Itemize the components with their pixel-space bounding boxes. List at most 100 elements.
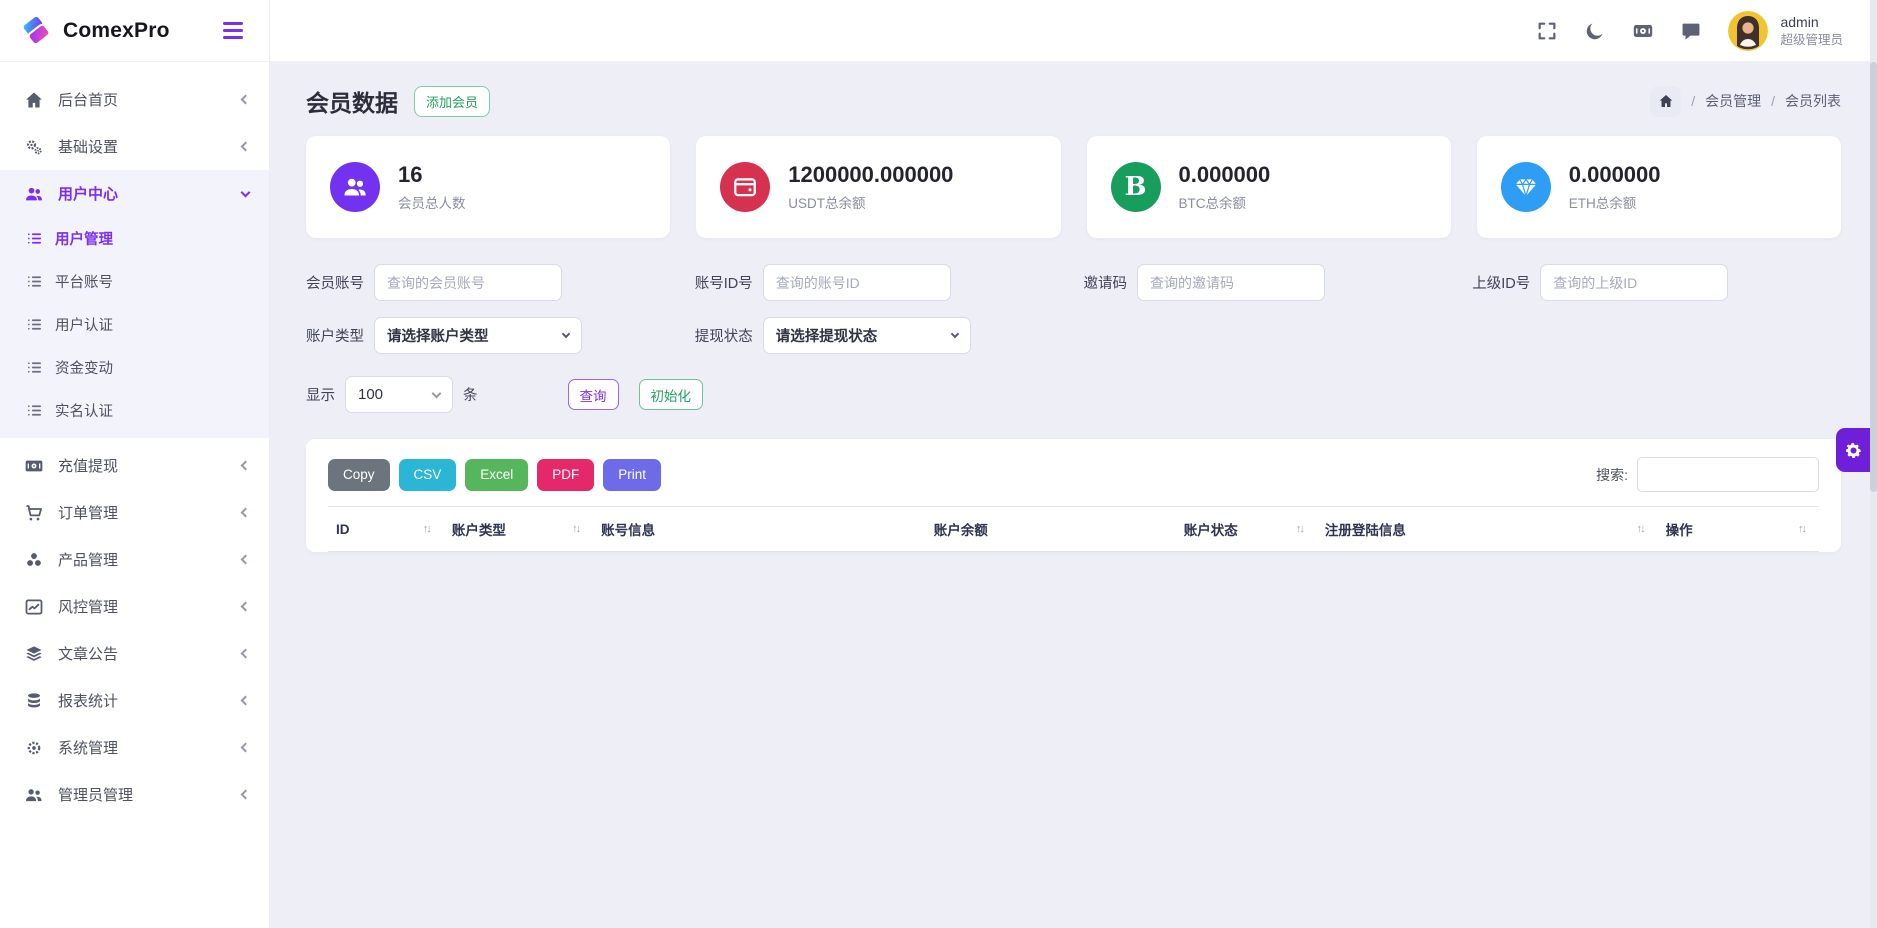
sort-arrows-icon[interactable]: ↑↓: [572, 523, 579, 535]
show-label: 显示: [306, 384, 335, 405]
search-label: 搜索:: [1596, 465, 1628, 485]
column-header-账户状态: 账户状态↑↓: [1176, 507, 1317, 552]
list-icon: [26, 230, 43, 247]
page-size-value: 100: [358, 386, 383, 403]
sidebar-subitem-平台账号[interactable]: 平台账号: [0, 260, 269, 303]
stat-text: 0.000000ETH总余额: [1569, 162, 1661, 212]
sort-arrows-icon[interactable]: ↑↓: [1296, 523, 1303, 535]
filter-input-会员账号[interactable]: [374, 264, 562, 301]
dark-mode-moon-icon[interactable]: [1584, 20, 1606, 42]
stat-value: 16: [398, 162, 466, 188]
chevron-left-icon: [241, 555, 251, 565]
sidebar-item-报表统计[interactable]: 报表统计: [0, 677, 269, 724]
column-label: 账户类型: [452, 519, 506, 539]
column-header-注册登陆信息: 注册登陆信息 ↑↓: [1317, 507, 1658, 552]
query-button[interactable]: 查询: [568, 379, 619, 410]
filter-label: 上级ID号: [1472, 272, 1530, 293]
usdt-wallet-icon: [720, 162, 770, 212]
breadcrumb-home-icon[interactable]: [1650, 86, 1681, 117]
column-label: 注册登陆信息: [1325, 519, 1406, 539]
stat-value: 0.000000: [1179, 162, 1271, 188]
stat-text: 1200000.000000 USDT总余额: [788, 162, 953, 212]
sidebar-subitem-用户认证[interactable]: 用户认证: [0, 303, 269, 346]
list-icon: [26, 273, 43, 290]
sidebar-item-后台首页[interactable]: 后台首页: [0, 76, 269, 123]
export-button-pdf[interactable]: PDF: [537, 459, 594, 491]
export-button-copy[interactable]: Copy: [328, 459, 390, 491]
sidebar-item-用户中心[interactable]: 用户中心: [0, 170, 269, 217]
app-root: ComexPro 后台首页基础设置用户中心用户管理平台账号用户认证资金变动实名认…: [0, 0, 1877, 928]
stat-text: 0.000000BTC总余额: [1179, 162, 1271, 212]
sidebar-item-充值提现[interactable]: 充值提现: [0, 442, 269, 489]
sidebar-item-订单管理[interactable]: 订单管理: [0, 489, 269, 536]
page-title: 会员数据: [306, 84, 398, 118]
wallet-money-icon[interactable]: [1632, 20, 1654, 42]
sidebar-subitem-label: 平台账号: [55, 271, 113, 292]
banknote-icon: [24, 456, 44, 476]
export-button-csv[interactable]: CSV: [399, 459, 457, 491]
sidebar-item-label: 基础设置: [58, 136, 242, 157]
sidebar-subitem-用户管理[interactable]: 用户管理: [0, 217, 269, 260]
sort-arrows-icon[interactable]: ↑↓: [1798, 523, 1805, 535]
column-header-inner[interactable]: 注册登陆信息 ↑↓: [1325, 519, 1650, 539]
page-size-select[interactable]: 100: [345, 376, 453, 413]
brand-logo-icon: [20, 14, 54, 48]
table-search: 搜索:: [1596, 457, 1819, 492]
page-head: 会员数据 添加会员 / 会员管理 / 会员列表: [306, 84, 1841, 118]
column-header-inner[interactable]: 账户类型 ↑↓: [452, 519, 585, 539]
sidebar-subitem-资金变动[interactable]: 资金变动: [0, 346, 269, 389]
sidebar: ComexPro 后台首页基础设置用户中心用户管理平台账号用户认证资金变动实名认…: [0, 0, 270, 928]
messages-chat-icon[interactable]: [1680, 20, 1702, 42]
sidebar-item-产品管理[interactable]: 产品管理: [0, 536, 269, 583]
sidebar-item-管理员管理[interactable]: 管理员管理: [0, 771, 269, 818]
breadcrumb-member-management[interactable]: 会员管理: [1705, 91, 1761, 111]
export-button-excel[interactable]: Excel: [465, 459, 528, 491]
chevron-left-icon: [241, 602, 251, 612]
search-input[interactable]: [1637, 457, 1819, 492]
chevron-left-icon: [241, 508, 251, 518]
filter-select-账户类型[interactable]: 请选择账户类型: [374, 317, 582, 354]
brand-logo[interactable]: ComexPro: [20, 14, 170, 48]
sidebar-item-label: 文章公告: [58, 643, 242, 664]
filter-input-邀请码[interactable]: [1137, 264, 1325, 301]
column-label: 账户余额: [934, 519, 988, 539]
floating-settings-gear-icon[interactable]: [1836, 428, 1870, 472]
chevron-left-icon: [241, 142, 251, 152]
scrollbar-thumb[interactable]: [1870, 62, 1877, 492]
filter-input-账号ID号[interactable]: [763, 264, 951, 301]
column-header-账户类型: 账户类型 ↑↓: [444, 507, 593, 552]
page-scrollbar[interactable]: [1870, 0, 1877, 928]
add-member-button[interactable]: 添加会员: [414, 86, 490, 117]
stat-value: 1200000.000000: [788, 162, 953, 188]
chevron-down-icon: [241, 187, 251, 197]
sidebar-item-文章公告[interactable]: 文章公告: [0, 630, 269, 677]
column-header-inner[interactable]: ID↑↓: [336, 522, 436, 537]
export-button-print[interactable]: Print: [603, 459, 661, 491]
sort-arrows-icon[interactable]: ↑↓: [1637, 523, 1644, 535]
column-header-inner[interactable]: 账户状态↑↓: [1184, 519, 1309, 539]
sidebar-subitem-实名认证[interactable]: 实名认证: [0, 389, 269, 432]
filter-select-提现状态[interactable]: 请选择提现状态: [763, 317, 971, 354]
btc-icon: B: [1111, 162, 1161, 212]
export-buttons: Copy CSVExcel PDF Print: [328, 459, 670, 491]
fullscreen-icon[interactable]: [1536, 20, 1558, 42]
members-table: ID↑↓账户类型↑↓账号信息账户余额账户状态↑↓注册登陆信息↑↓操作↑↓: [328, 506, 1819, 552]
stat-label: USDT总余额: [788, 192, 953, 212]
filter-group-账号ID号: 账号ID号: [695, 264, 1064, 301]
column-header-inner[interactable]: 操作↑↓: [1666, 519, 1811, 539]
sidebar-item-系统管理[interactable]: 系统管理: [0, 724, 269, 771]
sidebar-group-报表统计: 报表统计: [0, 677, 269, 724]
layers-icon: [24, 644, 44, 664]
sidebar-item-风控管理[interactable]: 风控管理: [0, 583, 269, 630]
filter-input-上级ID号[interactable]: [1540, 264, 1728, 301]
sort-arrows-icon[interactable]: ↑↓: [423, 523, 430, 535]
hamburger-menu-icon[interactable]: [219, 18, 247, 43]
chevron-left-icon: [241, 95, 251, 105]
filter-label: 账户类型: [306, 325, 364, 346]
sidebar-group-后台首页: 后台首页: [0, 76, 269, 123]
sidebar-item-基础设置[interactable]: 基础设置: [0, 123, 269, 170]
user-menu[interactable]: admin 超级管理员: [1728, 11, 1843, 51]
list-icon: [26, 316, 43, 333]
sidebar-item-label: 报表统计: [58, 690, 242, 711]
reset-button[interactable]: 初始化: [639, 379, 704, 410]
